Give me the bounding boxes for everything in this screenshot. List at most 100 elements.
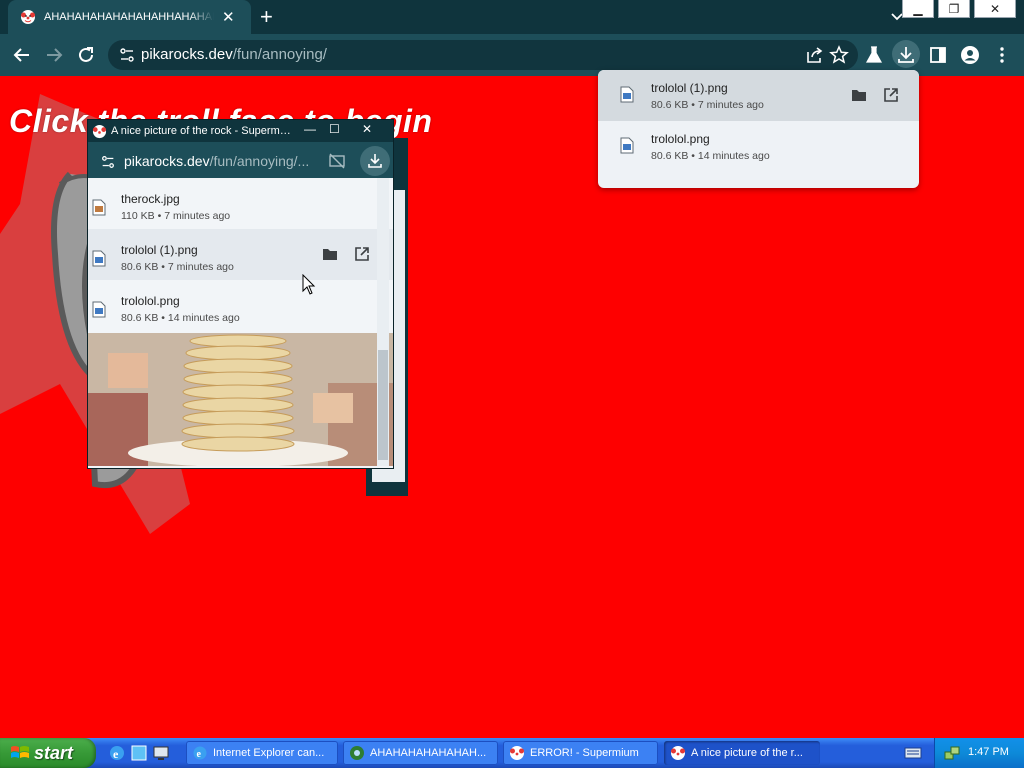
tab-title: AHAHAHAHAHAHAHAHHAHAHAHAHAHAHA [44, 11, 214, 23]
clown-favicon-icon [510, 746, 524, 760]
download-meta: 80.6 KB • 14 minutes ago [121, 312, 240, 324]
download-filename: trololol.png [121, 294, 180, 308]
download-item[interactable]: trololol (1).png 80.6 KB • 7 minutes ago [88, 229, 393, 280]
network-connection-icon[interactable] [943, 744, 961, 762]
image-file-icon [620, 137, 634, 154]
reload-icon[interactable] [75, 44, 97, 66]
forward-arrow-icon[interactable] [43, 44, 65, 66]
start-button[interactable]: start [0, 738, 96, 768]
popup-scrollbar-thumb[interactable] [378, 350, 388, 460]
popup-window: A nice picture of the rock - Supermium —… [87, 119, 394, 469]
download-meta: 80.6 KB • 14 minutes ago [651, 150, 770, 162]
popup-url[interactable]: pikarocks.dev/fun/annoying/... [124, 153, 309, 169]
share-icon[interactable] [804, 44, 826, 66]
taskbar-item-label: A nice picture of the r... [691, 747, 803, 759]
popup-title: A nice picture of the rock - Supermium [111, 125, 291, 137]
image-file-icon [92, 199, 106, 216]
download-item[interactable]: trololol (1).png 80.6 KB • 7 minutes ago [598, 70, 919, 121]
window-controls: ▁ ❐ ✕ [898, 0, 1016, 18]
download-filename: trololol (1).png [651, 81, 728, 95]
clown-favicon-icon [671, 746, 685, 760]
show-in-folder-icon[interactable] [850, 86, 868, 104]
url-host: pikarocks.dev [124, 153, 210, 169]
download-time: 14 minutes ago [697, 150, 770, 162]
taskbar-item[interactable]: e Internet Explorer can... [186, 741, 338, 765]
keyboard-language-icon[interactable] [904, 745, 922, 761]
download-filename: therock.jpg [121, 192, 180, 206]
windows-logo-icon [11, 746, 29, 758]
download-meta: 80.6 KB • 7 minutes ago [651, 99, 764, 111]
show-in-folder-icon[interactable] [321, 245, 339, 263]
download-meta: 80.6 KB • 7 minutes ago [121, 261, 234, 273]
pancake-stack-image [88, 333, 393, 466]
image-file-icon [620, 86, 634, 103]
popup-address-bar: pikarocks.dev/fun/annoying/... [88, 142, 393, 178]
mouse-pointer-icon [302, 274, 316, 295]
site-settings-icon[interactable] [100, 154, 116, 170]
supermium-icon [350, 746, 364, 760]
taskbar-item-label: ERROR! - Supermium [530, 747, 639, 759]
show-desktop-icon[interactable] [152, 744, 170, 762]
cast-blocked-icon[interactable] [328, 152, 346, 170]
profile-avatar-icon[interactable] [959, 44, 981, 66]
popup-maximize-icon[interactable]: ☐ [329, 122, 340, 136]
download-icon[interactable] [367, 153, 383, 169]
download-time: 14 minutes ago [167, 312, 240, 324]
download-icon[interactable] [895, 44, 917, 66]
url-host: pikarocks.dev [141, 46, 233, 63]
downloads-bubble: trololol (1).png 80.6 KB • 7 minutes ago… [598, 70, 919, 188]
download-time: 7 minutes ago [167, 261, 234, 273]
clown-favicon-icon [21, 10, 35, 24]
restore-button[interactable]: ❐ [938, 0, 970, 18]
svg-text:e: e [197, 749, 202, 760]
url-path: /fun/annoying/ [232, 46, 327, 63]
download-filename: trololol.png [651, 132, 710, 146]
close-window-button[interactable]: ✕ [974, 0, 1016, 18]
popup-content: therock.jpg 110 KB • 7 minutes ago trolo… [88, 178, 393, 468]
address-url[interactable]: pikarocks.dev/fun/annoying/ [141, 46, 327, 64]
svg-text:e: e [113, 747, 119, 761]
download-item[interactable]: therock.jpg 110 KB • 7 minutes ago [88, 178, 393, 229]
minimize-button[interactable]: ▁ [902, 0, 934, 18]
popup-minimize-icon[interactable]: — [304, 122, 316, 136]
image-file-icon [92, 250, 106, 267]
taskbar-item-active[interactable]: A nice picture of the r... [664, 741, 820, 765]
side-panel-icon[interactable] [927, 44, 949, 66]
new-tab-button[interactable]: + [260, 5, 273, 29]
bookmark-star-icon[interactable] [828, 44, 850, 66]
taskbar-item[interactable]: AHAHAHAHAHAHAH... [343, 741, 498, 765]
download-filename: trololol (1).png [121, 243, 198, 257]
internet-explorer-quicklaunch-icon[interactable]: e [108, 744, 126, 762]
tab-strip: AHAHAHAHAHAHAHAHHAHAHAHAHAHAHA ✕ + ▁ ❐ ✕ [0, 0, 1024, 34]
internet-explorer-icon: e [193, 746, 207, 760]
image-file-icon [92, 301, 106, 318]
url-path: /fun/annoying/... [209, 153, 310, 169]
taskbar-item[interactable]: ERROR! - Supermium [503, 741, 658, 765]
system-tray: 1:47 PM [934, 738, 1024, 768]
clown-favicon-icon [92, 124, 107, 139]
download-item[interactable]: trololol.png 80.6 KB • 14 minutes ago [598, 121, 919, 172]
back-arrow-icon[interactable] [11, 44, 33, 66]
popup-titlebar[interactable]: A nice picture of the rock - Supermium —… [88, 120, 393, 142]
open-external-icon[interactable] [882, 86, 900, 104]
download-time: 7 minutes ago [697, 99, 764, 111]
start-label: start [34, 743, 74, 763]
system-clock[interactable]: 1:47 PM [968, 746, 1009, 758]
download-item[interactable]: trololol.png 80.6 KB • 14 minutes ago [88, 280, 393, 331]
menu-kebab-icon[interactable] [991, 44, 1013, 66]
popup-close-icon[interactable]: ✕ [362, 122, 372, 136]
browser-tab-active[interactable]: AHAHAHAHAHAHAHAHHAHAHAHAHAHAHA ✕ [8, 0, 251, 34]
download-meta: 110 KB • 7 minutes ago [121, 210, 231, 222]
download-size: 80.6 KB [121, 312, 159, 324]
browser-quicklaunch-icon[interactable] [130, 744, 148, 762]
download-size: 80.6 KB [651, 99, 689, 111]
taskbar-item-label: Internet Explorer can... [213, 747, 325, 759]
windows-taskbar: start e e Internet Explorer can... AHAHA… [0, 738, 1024, 768]
download-size: 110 KB [121, 210, 155, 222]
download-time: 7 minutes ago [164, 210, 231, 222]
tab-close-icon[interactable]: ✕ [222, 8, 235, 26]
open-external-icon[interactable] [353, 245, 371, 263]
site-settings-icon[interactable] [118, 46, 136, 64]
labs-flask-icon[interactable] [863, 44, 885, 66]
download-size: 80.6 KB [121, 261, 159, 273]
